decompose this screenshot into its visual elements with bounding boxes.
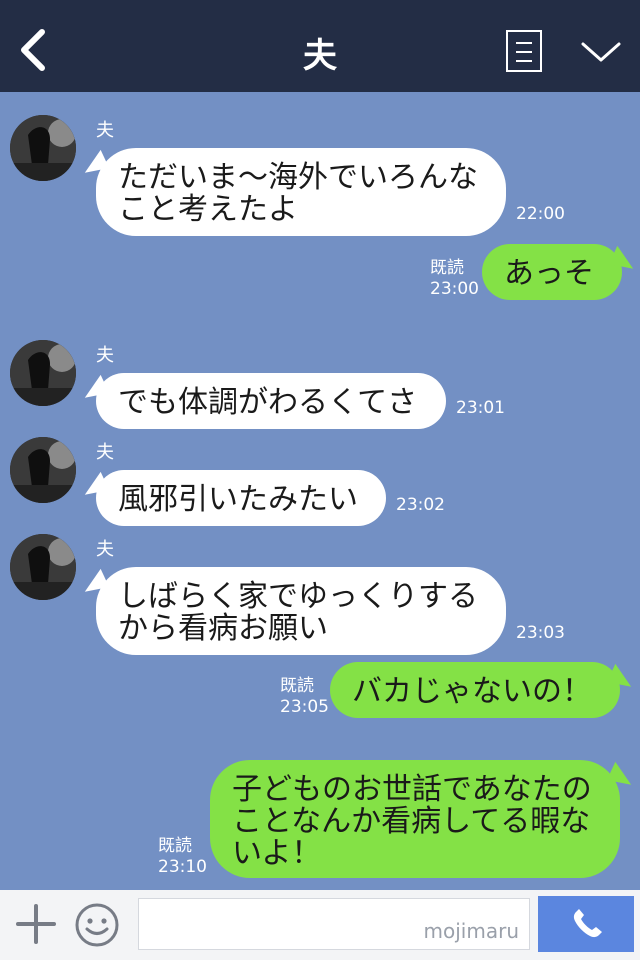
message-time: 23:02 — [396, 495, 445, 515]
avatar[interactable] — [10, 340, 76, 406]
avatar[interactable] — [10, 437, 76, 503]
phone-icon — [573, 909, 602, 938]
sender-name: 夫 — [96, 539, 114, 560]
message-meta: 既読 23:10 — [158, 836, 207, 878]
message-text: ただいま〜海外でいろんなこと考えたよ — [118, 160, 478, 227]
message-bubble[interactable]: あっそ — [482, 244, 622, 300]
message-time: 23:05 — [280, 697, 329, 717]
message-input-box[interactable]: mojimaru — [138, 898, 530, 950]
watermark: mojimaru — [423, 919, 519, 943]
message-list[interactable]: 夫 ただいま〜海外でいろんなこと考えたよ 22:00 既読 23:00 あっそ … — [0, 92, 640, 890]
message-bubble[interactable]: ただいま〜海外でいろんなこと考えたよ — [96, 148, 506, 236]
avatar[interactable] — [10, 115, 76, 181]
read-receipt: 既読 — [280, 676, 314, 696]
message-text: あっそ — [504, 256, 594, 291]
message-bubble[interactable]: 風邪引いたみたい — [96, 470, 386, 526]
call-button[interactable] — [538, 896, 634, 952]
chevron-down-icon[interactable] — [580, 36, 622, 66]
message-bubble[interactable]: 子どものお世話であなたのことなんか看病してる暇ないよ！ — [210, 760, 620, 878]
message-time: 23:01 — [456, 398, 505, 418]
sender-name: 夫 — [96, 120, 114, 141]
read-receipt: 既読 — [430, 258, 464, 278]
message-time: 23:00 — [430, 279, 479, 299]
plus-icon[interactable] — [16, 904, 56, 944]
message-meta: 既読 23:05 — [280, 676, 329, 718]
message-text: でも体調がわるくてさ — [118, 385, 418, 420]
message-meta: 既読 23:00 — [430, 258, 479, 300]
avatar[interactable] — [10, 534, 76, 600]
message-time: 23:10 — [158, 857, 207, 877]
message-bubble[interactable]: バカじゃないの！ — [330, 662, 620, 718]
list-icon[interactable] — [506, 30, 542, 72]
message-time: 22:00 — [516, 204, 565, 224]
message-composer: mojimaru — [0, 890, 640, 960]
sender-name: 夫 — [96, 345, 114, 366]
message-bubble[interactable]: しばらく家でゆっくりするから看病お願い — [96, 567, 506, 655]
smiley-icon[interactable] — [74, 902, 120, 948]
message-text: 風邪引いたみたい — [118, 482, 358, 517]
message-text: 子どものお世話であなたのことなんか看病してる暇ないよ！ — [232, 772, 592, 871]
sender-name: 夫 — [96, 442, 114, 463]
message-time: 23:03 — [516, 623, 565, 643]
message-text: しばらく家でゆっくりするから看病お願い — [118, 579, 478, 646]
chat-title: 夫 — [303, 36, 337, 76]
read-receipt: 既読 — [158, 836, 192, 856]
message-text: バカじゃないの！ — [352, 674, 592, 709]
message-bubble[interactable]: でも体調がわるくてさ — [96, 373, 446, 429]
chat-header: 夫 — [0, 0, 640, 92]
